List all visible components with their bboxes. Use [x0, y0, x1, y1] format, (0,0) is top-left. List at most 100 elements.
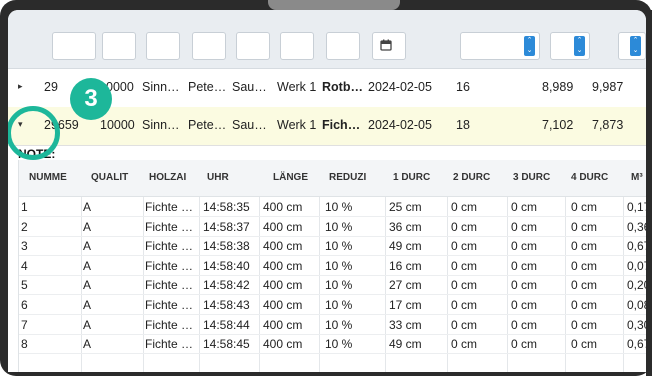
- column-header[interactable]: LÄNGE: [273, 172, 308, 183]
- table-cell: 14:58:40: [203, 258, 250, 273]
- table-cell: 0 cm: [511, 298, 538, 312]
- table-cell: 5: [21, 278, 28, 293]
- table-cell: A: [83, 298, 92, 312]
- column-header[interactable]: REDUZI: [329, 172, 366, 183]
- table-cell: 1: [21, 200, 28, 214]
- filter-input-5[interactable]: [236, 32, 270, 60]
- spinner-icon[interactable]: ⌃ ⌄: [630, 36, 641, 56]
- cell-text: Sinn…: [142, 118, 180, 132]
- table-cell: 0 cm: [451, 258, 478, 273]
- table-cell: 0,082: [627, 298, 646, 312]
- table-cell: 14:58:43: [203, 298, 250, 312]
- filter-input-4[interactable]: [192, 32, 226, 60]
- table-cell: Fichte …: [145, 298, 194, 312]
- table-cell: A: [83, 278, 92, 293]
- detail-table: NUMME QUALIT HOLZAI UHR LÄNGE REDUZI 1 D…: [18, 160, 646, 372]
- cell-value: 7,102: [542, 118, 574, 132]
- spinner-icon[interactable]: ⌃ ⌄: [574, 36, 585, 56]
- table-cell: 4: [21, 258, 28, 273]
- column-header[interactable]: HOLZAI: [149, 172, 186, 183]
- column-header[interactable]: 3 DURC: [513, 172, 550, 183]
- table-cell: A: [83, 200, 92, 214]
- table-cell: 2: [21, 219, 28, 234]
- column-header[interactable]: QUALIT: [91, 172, 128, 183]
- table-cell: 0,176: [627, 200, 646, 214]
- filter-input-7[interactable]: [326, 32, 360, 60]
- table-cell: Fichte …: [145, 337, 194, 352]
- expand-icon[interactable]: ▸: [18, 81, 23, 92]
- column-header[interactable]: M³: [631, 172, 643, 183]
- column-header[interactable]: 2 DURC: [453, 172, 490, 183]
- column-header[interactable]: UHR: [207, 172, 229, 183]
- count-filter[interactable]: ⌃ ⌄: [460, 32, 540, 60]
- table-cell: 0 cm: [511, 258, 538, 273]
- spinner-icon[interactable]: ⌃ ⌄: [524, 36, 535, 56]
- cell-text: Pete…: [188, 80, 227, 94]
- device-notch: [268, 0, 400, 10]
- table-cell: 0,072: [627, 258, 646, 273]
- value2-filter[interactable]: ⌃ ⌄: [618, 32, 646, 60]
- table-cell: 14:58:45: [203, 337, 250, 352]
- filter-row: ⌃ ⌄ ⌃ ⌄ ⌃ ⌄: [8, 10, 646, 69]
- filter-input-1[interactable]: [52, 32, 96, 60]
- detail-table-header: NUMME QUALIT HOLZAI UHR LÄNGE REDUZI 1 D…: [19, 160, 646, 197]
- cell-text: Sinn…: [142, 80, 180, 94]
- table-cell: 0 cm: [511, 239, 538, 254]
- table-cell: 0 cm: [451, 239, 478, 254]
- column-header[interactable]: NUMME: [29, 172, 67, 183]
- table-cell: Fichte …: [145, 258, 194, 273]
- cell-text: Sau…: [232, 118, 267, 132]
- table-cell: 0 cm: [451, 278, 478, 293]
- table-cell: 0 cm: [571, 298, 598, 312]
- table-cell: 14:58:37: [203, 219, 250, 234]
- table-cell: Fichte …: [145, 278, 194, 293]
- table-cell: 0 cm: [451, 317, 478, 332]
- table-row[interactable]: 8 A Fichte … 14:58:45 400 cm 10 % 49 cm 0 cm 0 c…: [19, 335, 646, 355]
- table-cell: 400 cm: [263, 258, 303, 273]
- table-cell: 400 cm: [263, 200, 303, 214]
- filter-input-2[interactable]: [102, 32, 136, 60]
- table-cell: 17 cm: [389, 298, 422, 312]
- table-cell: 0,308: [627, 317, 646, 332]
- cell-text: Sau…: [232, 80, 267, 94]
- table-row[interactable]: 3 A Fichte … 14:58:38 400 cm 10 % 49 cm 0 cm 0 c…: [19, 237, 646, 257]
- table-cell: A: [83, 337, 92, 352]
- table-cell: 16 cm: [389, 258, 422, 273]
- date-filter[interactable]: [372, 32, 406, 60]
- cell-number: 10000: [100, 118, 135, 132]
- table-cell: 27 cm: [389, 278, 422, 293]
- table-cell: A: [83, 317, 92, 332]
- table-cell: 33 cm: [389, 317, 422, 332]
- table-cell: 6: [21, 298, 28, 312]
- filter-input-3[interactable]: [146, 32, 180, 60]
- table-cell: 400 cm: [263, 219, 303, 234]
- table-cell: 0,679: [627, 239, 646, 254]
- table-cell: 3: [21, 239, 28, 254]
- filter-input-6[interactable]: [280, 32, 314, 60]
- table-cell: Fichte …: [145, 239, 194, 254]
- device-edge: [646, 10, 652, 376]
- table-cell: 36 cm: [389, 219, 422, 234]
- table-cell: 7: [21, 317, 28, 332]
- table-row[interactable]: 1 A Fichte … 14:58:35 400 cm 10 % 25 cm 0 cm 0 c…: [19, 198, 646, 217]
- table-cell: A: [83, 239, 92, 254]
- table-row[interactable]: 5 A Fichte … 14:58:42 400 cm 10 % 27 cm 0 cm 0 c…: [19, 276, 646, 296]
- column-header[interactable]: 1 DURC: [393, 172, 430, 183]
- table-cell: A: [83, 258, 92, 273]
- table-cell: 10 %: [325, 239, 353, 254]
- table-cell: 10 %: [325, 278, 353, 293]
- table-row[interactable]: 7 A Fichte … 14:58:44 400 cm 10 % 33 cm 0 cm 0 c…: [19, 316, 646, 335]
- cell-value: 8,989: [542, 80, 574, 94]
- table-cell: 0 cm: [571, 200, 598, 214]
- column-header[interactable]: 4 DURC: [571, 172, 608, 183]
- table-cell: 0 cm: [571, 239, 598, 254]
- table-cell: 10 %: [325, 200, 353, 214]
- cell-value: 9,987: [592, 80, 624, 94]
- screen: ⌃ ⌄ ⌃ ⌄ ⌃ ⌄ ▸ 29 0000 Sinn… Pete… Sau… Werk…: [8, 10, 646, 372]
- table-row[interactable]: 4 A Fichte … 14:58:40 400 cm 10 % 16 cm 0 cm 0 c…: [19, 257, 646, 276]
- table-cell: A: [83, 219, 92, 234]
- value1-filter[interactable]: ⌃ ⌄: [550, 32, 590, 60]
- table-row[interactable]: 2 A Fichte … 14:58:37 400 cm 10 % 36 cm 0 cm 0 c…: [19, 218, 646, 237]
- table-row[interactable]: 6 A Fichte … 14:58:43 400 cm 10 % 17 cm 0 cm 0 c…: [19, 296, 646, 315]
- table-cell: 400 cm: [263, 239, 303, 254]
